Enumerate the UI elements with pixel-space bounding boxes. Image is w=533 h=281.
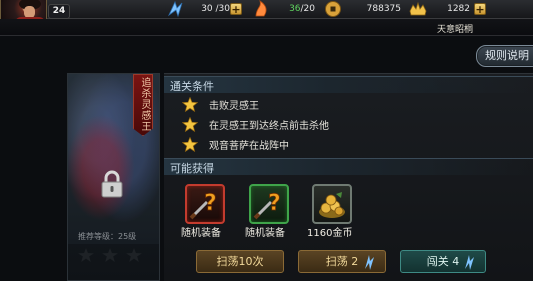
condition-text: 在灵感王到达终点前击杀他	[209, 120, 329, 132]
coins-value: 788375	[366, 4, 401, 14]
sweep-ten-button[interactable]: 扫荡10次	[196, 250, 284, 273]
energy-max: /20	[300, 4, 315, 14]
energy-current: 36	[289, 4, 301, 14]
add-stamina-button[interactable]: +	[230, 3, 242, 15]
gold-coin-pile-icon	[319, 192, 345, 218]
condition-text: 观音菩萨在战阵中	[209, 140, 289, 152]
challenge-cost: 4	[452, 255, 460, 268]
top-resource-bar: 24 30 /30 + 36/20 788375 1282 +	[0, 0, 533, 23]
stamina-value: 30 /30	[201, 4, 230, 14]
server-bar: 天意昭桐	[0, 19, 533, 36]
rewards-header: 可能获得	[164, 158, 533, 175]
random-equipment-green-icon: ?	[253, 191, 281, 220]
condition-item: 击败灵感王	[182, 96, 259, 112]
reward-slot[interactable]: ?	[185, 184, 225, 224]
sweep-button[interactable]: 扫荡 2	[298, 250, 386, 273]
conditions-header: 通关条件	[164, 76, 533, 93]
reward-label: 1160金币	[307, 228, 353, 239]
recommended-level: 推荐等级：25级	[78, 232, 137, 241]
stage-detail-panel: 通关条件 击败灵感王 在灵感王到达终点前击杀他 观音菩萨在战阵中 可能获得 ? …	[164, 73, 533, 281]
condition-text: 击败灵感王	[209, 100, 259, 112]
stage-card[interactable]: 追杀灵感王 推荐等级：25级	[67, 73, 160, 281]
star-empty-icon	[126, 248, 142, 262]
sweep-cost: 2	[351, 255, 359, 268]
stage-title: 追杀灵感王	[139, 77, 150, 132]
star-icon	[182, 116, 198, 132]
reward-label: 随机装备	[181, 228, 221, 239]
sweep-label: 扫荡	[325, 255, 348, 268]
add-ingots-button[interactable]: +	[474, 3, 486, 15]
condition-item: 观音菩萨在战阵中	[182, 136, 289, 152]
coin-icon	[325, 1, 341, 17]
conditions-heading: 通关条件	[170, 80, 214, 93]
star-empty-icon	[102, 248, 118, 262]
star-empty-icon	[78, 248, 94, 262]
stage-stars	[78, 248, 153, 262]
svg-text:?: ?	[204, 191, 217, 216]
reward-slot[interactable]: ?	[249, 184, 289, 224]
rules-button[interactable]: 规则说明	[476, 45, 533, 67]
gold-ingot-icon	[409, 1, 427, 16]
challenge-label: 闯关	[426, 255, 449, 268]
reward-label: 随机装备	[245, 228, 285, 239]
star-icon	[182, 96, 198, 112]
stamina-icon	[365, 255, 374, 270]
random-equipment-red-icon: ?	[189, 191, 217, 220]
star-icon	[182, 136, 198, 152]
rewards-heading: 可能获得	[170, 162, 214, 175]
ingots-value: 1282	[447, 4, 470, 14]
lock-icon	[101, 170, 123, 198]
server-name: 天意昭桐	[436, 25, 473, 35]
reward-slot[interactable]	[312, 184, 352, 224]
condition-item: 在灵感王到达终点前击杀他	[182, 116, 329, 132]
svg-text:?: ?	[268, 191, 281, 216]
stamina-icon	[168, 0, 183, 18]
challenge-button[interactable]: 闯关 4	[400, 250, 486, 273]
energy-value: 36/20	[275, 4, 315, 14]
energy-icon	[255, 0, 267, 17]
stamina-icon	[465, 255, 474, 270]
player-level-badge: 24	[48, 4, 70, 19]
